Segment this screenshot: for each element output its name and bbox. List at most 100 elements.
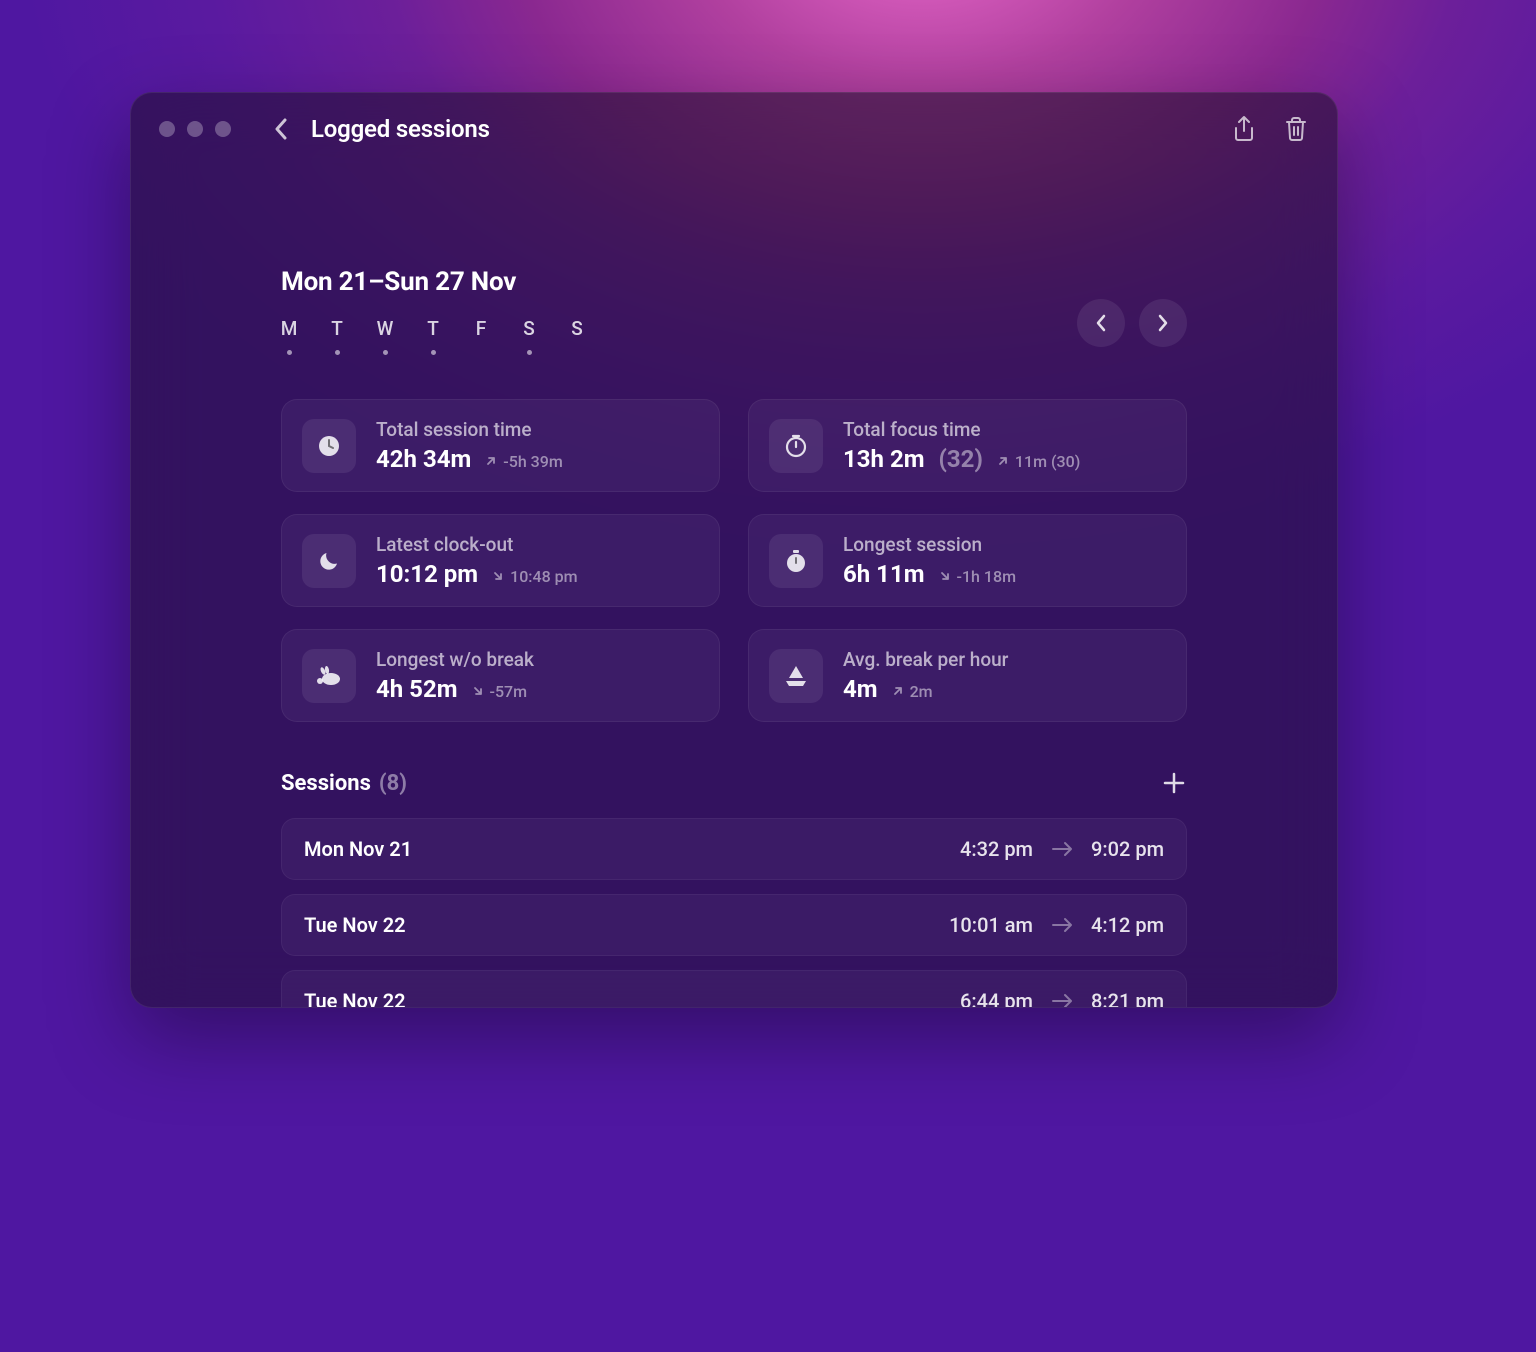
- weekday-cell[interactable]: W: [377, 317, 393, 355]
- session-times: 10:01 am 4:12 pm: [949, 913, 1164, 937]
- session-start-time: 6:44 pm: [960, 989, 1033, 1008]
- chevron-left-icon: [1095, 314, 1107, 332]
- session-times: 4:32 pm 9:02 pm: [960, 837, 1164, 861]
- weekday-cell[interactable]: S: [569, 317, 585, 355]
- session-end-time: 8:21 pm: [1091, 989, 1164, 1008]
- weekday-cell[interactable]: S: [521, 317, 537, 355]
- stat-card[interactable]: Longest w/o break 4h 52m -57m: [281, 629, 720, 722]
- arrow-right-icon: [1051, 917, 1073, 933]
- stat-label: Total focus time: [843, 418, 1166, 441]
- stat-delta: -5h 39m: [485, 452, 563, 471]
- stat-label: Avg. break per hour: [843, 648, 1166, 671]
- app-window: Logged sessions Mon 21–Sun 27 Nov M T W T F S…: [130, 92, 1338, 1008]
- close-window-button[interactable]: [159, 121, 175, 137]
- weekday-cell[interactable]: T: [329, 317, 345, 355]
- trash-icon: [1284, 116, 1308, 142]
- session-end-time: 4:12 pm: [1091, 913, 1164, 937]
- session-date: Mon Nov 21: [304, 837, 412, 861]
- previous-week-button[interactable]: [1077, 299, 1125, 347]
- stat-card[interactable]: Latest clock-out 10:12 pm 10:48 pm: [281, 514, 720, 607]
- plus-icon: [1163, 772, 1185, 794]
- session-start-time: 10:01 am: [949, 913, 1033, 937]
- boat-icon: [769, 649, 823, 703]
- share-button[interactable]: [1231, 116, 1257, 142]
- weekday-letter: W: [377, 317, 394, 340]
- weekday-letter: T: [331, 317, 343, 340]
- session-end-time: 9:02 pm: [1091, 837, 1164, 861]
- clock-icon: [302, 419, 356, 473]
- stat-label: Total session time: [376, 418, 699, 441]
- stat-value: 13h 2m: [843, 445, 925, 473]
- session-date: Tue Nov 22: [304, 989, 406, 1008]
- zoom-window-button[interactable]: [215, 121, 231, 137]
- weekday-strip: MTWTFSS: [281, 317, 585, 355]
- stat-body: Total focus time 13h 2m (32) 11m (30): [843, 418, 1166, 473]
- stat-body: Avg. break per hour 4m 2m: [843, 648, 1166, 703]
- delete-button[interactable]: [1283, 116, 1309, 142]
- stat-label: Longest w/o break: [376, 648, 699, 671]
- activity-dot-icon: [287, 350, 292, 355]
- titlebar: Logged sessions: [131, 93, 1337, 165]
- session-row[interactable]: Tue Nov 22 10:01 am 4:12 pm: [281, 894, 1187, 956]
- stat-delta: -57m: [472, 682, 528, 701]
- session-start-time: 4:32 pm: [960, 837, 1033, 861]
- session-date: Tue Nov 22: [304, 913, 406, 937]
- timer-icon: [769, 419, 823, 473]
- stat-value: 42h 34m: [376, 445, 471, 473]
- stopwatch-icon: [769, 534, 823, 588]
- sessions-header: Sessions (8): [281, 770, 1187, 796]
- page-title: Logged sessions: [311, 115, 490, 143]
- session-times: 6:44 pm 8:21 pm: [960, 989, 1164, 1008]
- activity-dot-icon: [335, 350, 340, 355]
- stat-value: 4m: [843, 675, 878, 703]
- session-row[interactable]: Mon Nov 21 4:32 pm 9:02 pm: [281, 818, 1187, 880]
- chevron-right-icon: [1157, 314, 1169, 332]
- stat-delta: -1h 18m: [939, 567, 1017, 586]
- stat-body: Longest w/o break 4h 52m -57m: [376, 648, 699, 703]
- moon-icon: [302, 534, 356, 588]
- window-controls: [159, 121, 231, 137]
- weekday-cell[interactable]: T: [425, 317, 441, 355]
- back-button[interactable]: [267, 115, 295, 143]
- next-week-button[interactable]: [1139, 299, 1187, 347]
- minimize-window-button[interactable]: [187, 121, 203, 137]
- share-icon: [1232, 115, 1256, 143]
- stat-delta: 2m: [892, 682, 933, 701]
- content-area: Mon 21–Sun 27 Nov M T W T F S S Total session …: [131, 267, 1337, 1008]
- stats-grid: Total session time 42h 34m -5h 39m Total fo…: [281, 399, 1187, 722]
- date-range-section: Mon 21–Sun 27 Nov M T W T F S S: [281, 267, 1187, 355]
- weekday-letter: S: [523, 317, 535, 340]
- stat-label: Longest session: [843, 533, 1166, 556]
- stat-delta: 10:48 pm: [492, 567, 578, 586]
- stat-card[interactable]: Longest session 6h 11m -1h 18m: [748, 514, 1187, 607]
- date-range-label: Mon 21–Sun 27 Nov: [281, 267, 1187, 297]
- stat-label: Latest clock-out: [376, 533, 699, 556]
- stat-body: Total session time 42h 34m -5h 39m: [376, 418, 699, 473]
- session-row[interactable]: Tue Nov 22 6:44 pm 8:21 pm: [281, 970, 1187, 1008]
- weekday-letter: M: [281, 317, 298, 340]
- add-session-button[interactable]: [1161, 770, 1187, 796]
- stat-card[interactable]: Total session time 42h 34m -5h 39m: [281, 399, 720, 492]
- stat-card[interactable]: Avg. break per hour 4m 2m: [748, 629, 1187, 722]
- stat-body: Longest session 6h 11m -1h 18m: [843, 533, 1166, 588]
- stat-body: Latest clock-out 10:12 pm 10:48 pm: [376, 533, 699, 588]
- rabbit-icon: [302, 649, 356, 703]
- stat-delta: 11m (30): [997, 452, 1080, 471]
- stat-value: 6h 11m: [843, 560, 925, 588]
- activity-dot-icon: [383, 350, 388, 355]
- weekday-cell[interactable]: M: [281, 317, 297, 355]
- stat-value-suffix: (32): [939, 445, 983, 473]
- stat-card[interactable]: Total focus time 13h 2m (32) 11m (30): [748, 399, 1187, 492]
- stat-value: 10:12 pm: [376, 560, 478, 588]
- activity-dot-icon: [431, 350, 436, 355]
- session-list: Mon Nov 21 4:32 pm 9:02 pm Tue Nov 22 10:01 …: [281, 818, 1187, 1008]
- chevron-left-icon: [274, 118, 288, 140]
- weekday-letter: F: [476, 317, 486, 340]
- stat-value: 4h 52m: [376, 675, 458, 703]
- sessions-count: (8): [379, 771, 407, 796]
- weekday-cell[interactable]: F: [473, 317, 489, 355]
- arrow-right-icon: [1051, 993, 1073, 1008]
- weekday-letter: S: [571, 317, 583, 340]
- weekday-letter: T: [427, 317, 439, 340]
- sessions-title: Sessions: [281, 771, 371, 796]
